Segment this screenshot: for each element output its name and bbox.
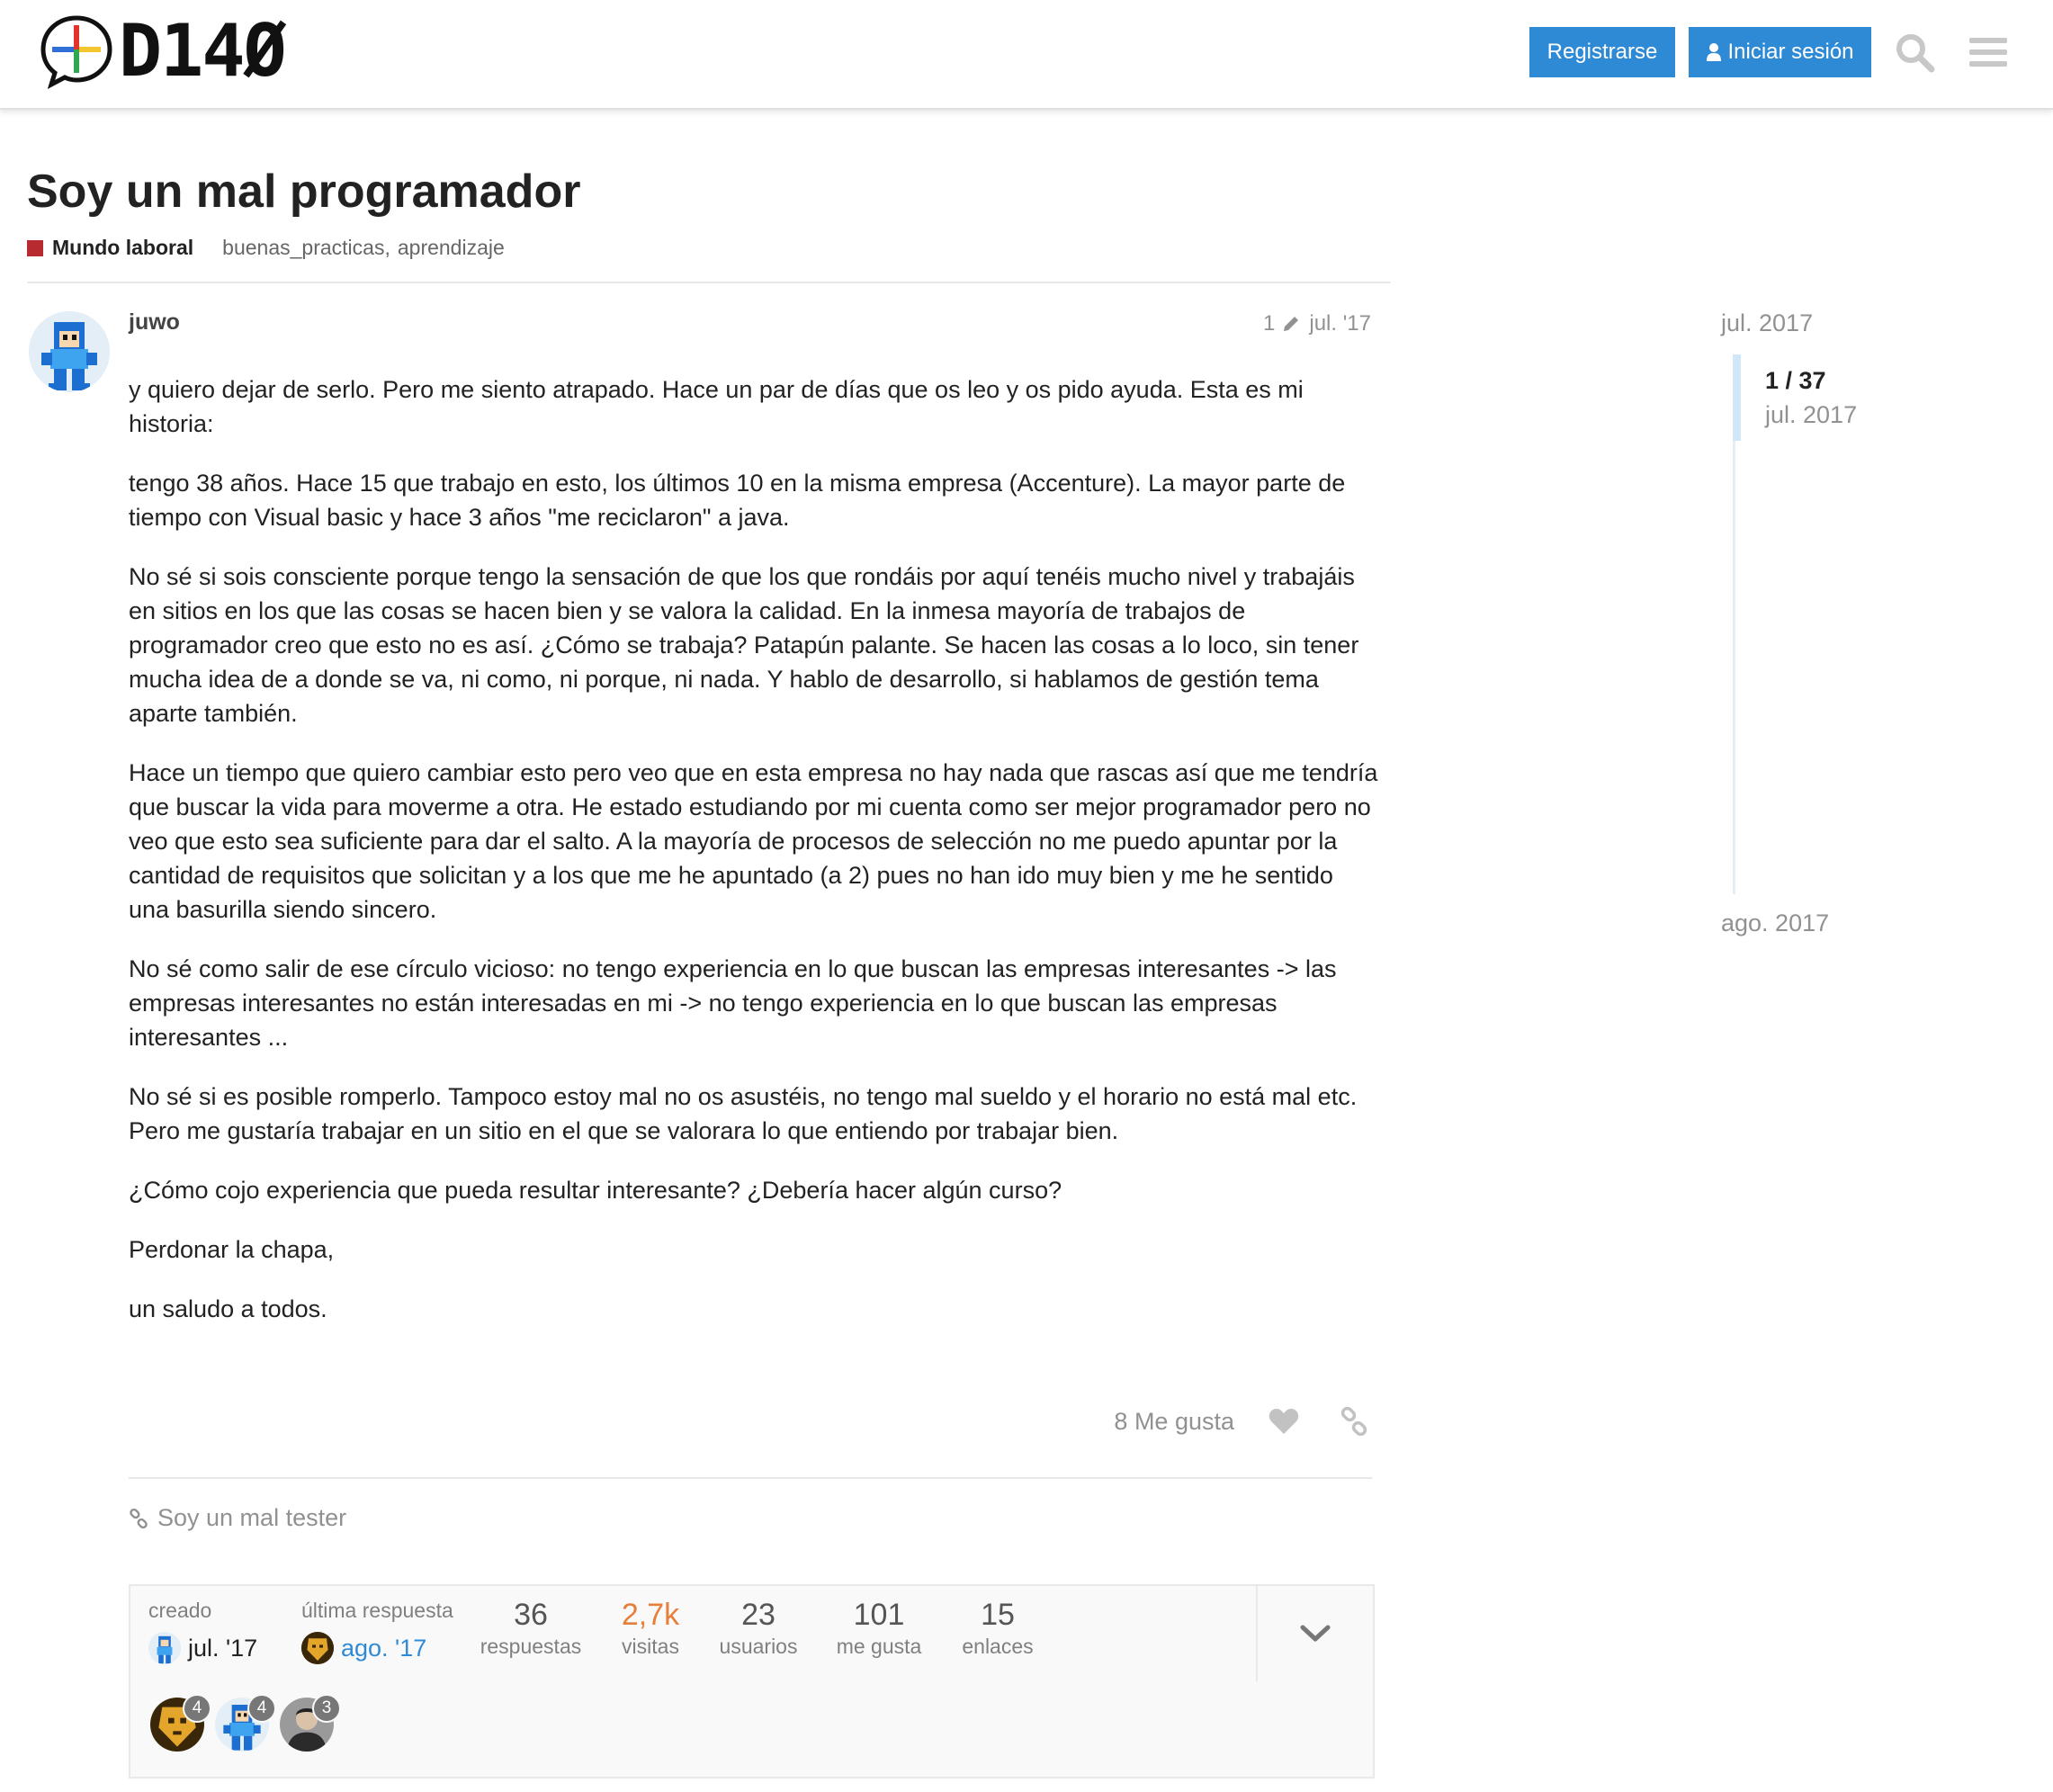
user-icon: [1707, 43, 1722, 61]
stat-label: enlaces: [962, 1635, 1034, 1658]
login-label: Iniciar sesión: [1727, 40, 1854, 64]
post-paragraph: Perdonar la chapa,: [129, 1236, 335, 1263]
stat-views: 2,7k visitas: [592, 1595, 709, 1659]
linked-topic-link[interactable]: Soy un mal tester: [129, 1504, 346, 1532]
linked-topic-title: Soy un mal tester: [157, 1504, 347, 1531]
stat-links: 15 enlaces: [939, 1595, 1056, 1659]
post-paragraph: No sé si sois consciente porque tengo la…: [129, 563, 1359, 727]
post-info[interactable]: 1 jul. '17: [1242, 311, 1371, 336]
last-reply-when[interactable]: ago. '17: [301, 1632, 453, 1664]
created-when[interactable]: jul. '17: [148, 1632, 257, 1664]
divider: [27, 282, 1391, 283]
last-reply-info: última respuesta ago. '17: [301, 1599, 453, 1664]
timeline-position: 1 / 37: [1765, 367, 1826, 394]
hamburger-menu-icon: [1969, 38, 2007, 67]
stat-number: 15: [981, 1598, 1015, 1632]
timeline-position-date: jul. 2017: [1765, 401, 1858, 428]
login-button[interactable]: Iniciar sesión: [1689, 27, 1871, 77]
stat-users: 23 usuarios: [700, 1595, 817, 1659]
link-icon: [1340, 1407, 1367, 1436]
post-paragraph: No sé como salir de ese círculo vicioso:…: [129, 955, 1337, 1051]
stat-number: 36: [514, 1598, 548, 1632]
site-header: D14Ø Registrarse Iniciar sesión: [0, 0, 2053, 110]
stat-number: 23: [741, 1598, 775, 1632]
stat-number: 2,7k: [621, 1598, 680, 1632]
stat-number: 101: [853, 1598, 905, 1632]
post-count-badge: 3: [312, 1694, 341, 1723]
expand-topic-map-button[interactable]: [1256, 1586, 1373, 1681]
participants: 4 4 3: [150, 1694, 345, 1752]
logo-plus-bubble-icon: [40, 15, 112, 90]
post-count-badge: 4: [247, 1694, 276, 1723]
created-info: creado jul. '17: [148, 1599, 257, 1664]
register-label: Registrarse: [1546, 40, 1658, 64]
like-count[interactable]: 8 Me gusta: [1114, 1408, 1234, 1436]
register-button[interactable]: Registrarse: [1529, 27, 1675, 77]
megaman-avatar-icon: [148, 1632, 181, 1664]
search-icon: [1896, 34, 1935, 73]
last-reply-date: ago. '17: [341, 1634, 427, 1662]
timeline-scroll-handle[interactable]: [1733, 354, 1741, 441]
stat-label: usuarios: [719, 1635, 798, 1658]
category-link[interactable]: Mundo laboral: [52, 236, 193, 260]
tag-link[interactable]: buenas_practicas: [222, 236, 384, 260]
gold-mask-avatar-icon: [301, 1632, 334, 1664]
post-paragraph: Hace un tiempo que quiero cambiar esto p…: [129, 759, 1378, 923]
category-color-swatch: [27, 239, 43, 256]
timeline-start-date[interactable]: jul. 2017: [1721, 309, 1813, 337]
post-paragraph: ¿Cómo cojo experiencia que pueda resulta…: [129, 1177, 1062, 1204]
post-date: jul. '17: [1309, 311, 1371, 336]
site-logo[interactable]: D14Ø: [38, 9, 287, 93]
tag-separator: ,: [384, 236, 390, 259]
topic-meta: Mundo laboral buenas_practicas, aprendiz…: [27, 236, 505, 260]
stat-label: visitas: [622, 1635, 679, 1658]
created-label: creado: [148, 1599, 212, 1622]
edit-count: 1: [1263, 311, 1276, 336]
stat-likes: 101 me gusta: [820, 1595, 937, 1659]
chevron-down-icon: [1300, 1625, 1331, 1642]
tag-link[interactable]: aprendizaje: [398, 236, 505, 260]
topic-title[interactable]: Soy un mal programador: [27, 162, 580, 221]
post-body: y quiero dejar de serlo. Pero me siento …: [129, 372, 1379, 1351]
post-actions: 8 Me gusta: [1080, 1400, 1376, 1443]
megaman-avatar-icon: [29, 311, 110, 392]
like-button[interactable]: [1261, 1400, 1306, 1443]
participant-avatar[interactable]: 4: [215, 1694, 276, 1752]
stat-label: me gusta: [836, 1635, 922, 1658]
post-paragraph: y quiero dejar de serlo. Pero me siento …: [129, 376, 1304, 437]
participant-avatar[interactable]: 4: [150, 1694, 211, 1752]
last-reply-label: última respuesta: [301, 1599, 453, 1622]
share-link-button[interactable]: [1331, 1400, 1376, 1443]
avatar[interactable]: [29, 311, 110, 392]
stat-replies: 36 respuestas: [472, 1595, 589, 1659]
menu-button[interactable]: [1963, 27, 2013, 77]
created-date: jul. '17: [188, 1634, 258, 1662]
link-icon: [130, 1508, 148, 1528]
stat-label: respuestas: [480, 1635, 582, 1658]
topic-map: creado jul. '17 última respuesta ago. '1…: [129, 1584, 1375, 1779]
participant-avatar[interactable]: 3: [280, 1694, 341, 1752]
avatar: [301, 1632, 334, 1664]
pencil-icon: [1284, 317, 1299, 331]
post-username[interactable]: juwo: [129, 309, 180, 336]
logo-text: D14Ø: [119, 9, 287, 93]
heart-icon: [1269, 1409, 1299, 1434]
divider: [129, 1477, 1372, 1479]
post-count-badge: 4: [183, 1694, 211, 1723]
avatar: [148, 1632, 181, 1664]
timeline-end-date[interactable]: ago. 2017: [1721, 909, 1829, 937]
post-paragraph: tengo 38 años. Hace 15 que trabajo en es…: [129, 470, 1346, 531]
post-paragraph: No sé si es posible romperlo. Tampoco es…: [129, 1083, 1358, 1144]
search-button[interactable]: [1889, 27, 1940, 77]
post-paragraph: un saludo a todos.: [129, 1295, 327, 1322]
